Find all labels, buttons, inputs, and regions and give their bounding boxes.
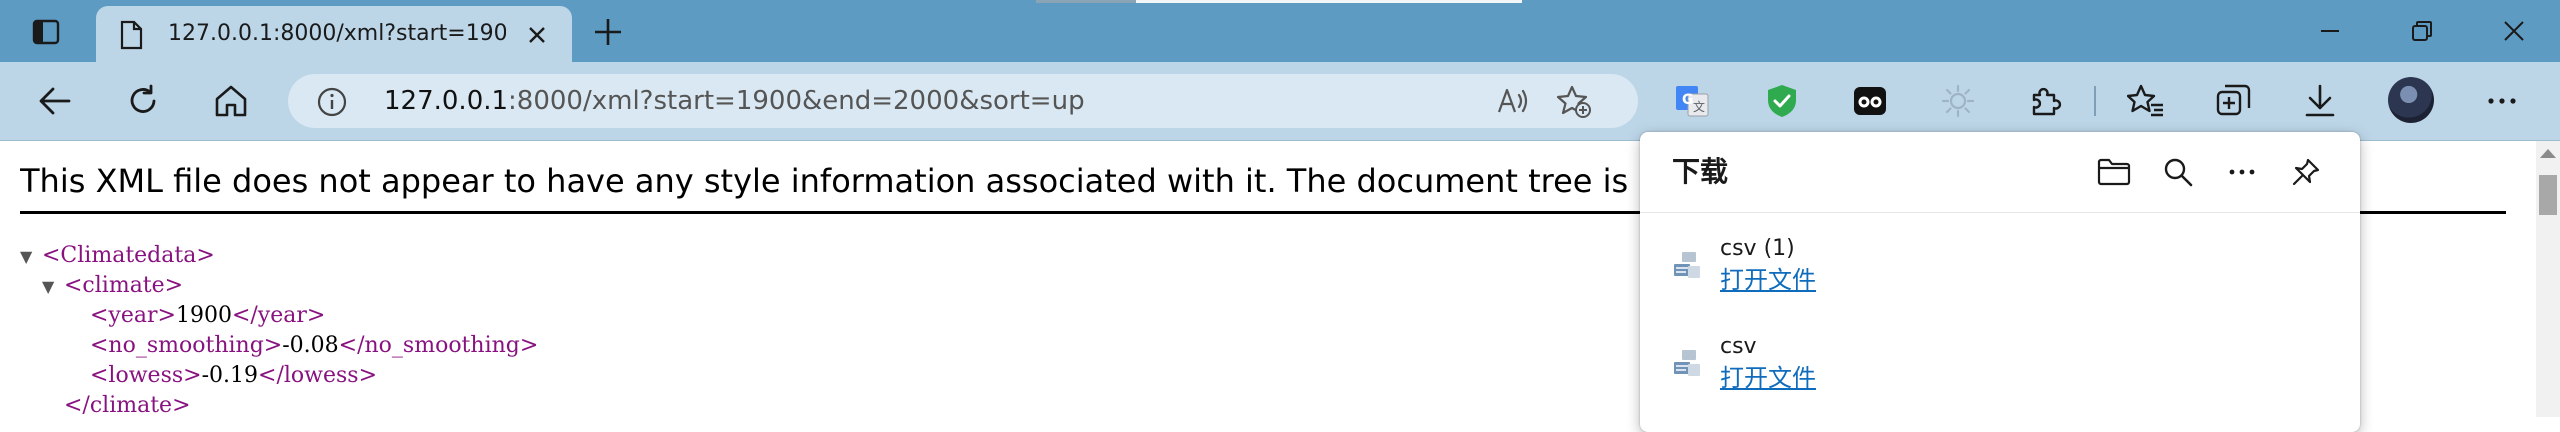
restore-icon [2412,21,2432,41]
download-icon [2305,84,2335,117]
close-window-button[interactable] [2488,10,2540,52]
xml-tag: <year> [90,303,176,328]
shield-check-icon [1768,85,1796,117]
tab-close-button[interactable] [522,20,552,50]
active-tab[interactable]: 127.0.0.1:8000/xml?start=1900&end=2000&s… [96,6,572,62]
downloads-panel: 下载 csv (1) 打开文件 csv 打开文件 [1640,132,2360,432]
xml-tag: </no_smoothing> [338,333,539,358]
glasses-icon [1854,87,1886,115]
download-item[interactable]: csv (1) 打开文件 [1640,224,2360,314]
favorites-icon [2127,84,2163,117]
home-icon [215,85,247,117]
xml-line-no-smoothing: <no_smoothing>-0.08</no_smoothing> [20,331,538,361]
settings-and-more-button[interactable] [2478,77,2526,125]
glasses-extension-button[interactable] [1846,77,1894,125]
search-downloads-button[interactable] [2156,150,2200,194]
open-file-link[interactable]: 打开文件 [1720,362,1816,394]
xml-value: 1900 [175,303,232,328]
read-aloud-icon[interactable] [1496,84,1532,118]
svg-text:文: 文 [1693,99,1705,114]
xml-value: -0.19 [201,363,259,388]
downloads-more-options-button[interactable] [2220,150,2264,194]
collections-icon [2216,84,2251,116]
download-item[interactable]: csv 打开文件 [1640,322,2360,412]
folder-icon [2097,158,2131,186]
restore-button[interactable] [2396,10,2448,52]
xml-tag: <no_smoothing> [90,333,283,358]
scroll-up-arrow-icon[interactable] [2540,149,2556,158]
google-translate-button[interactable]: G 文 [1668,77,1716,125]
extensions-icon [2032,87,2062,116]
xml-tag: </year> [231,303,326,328]
file-type-icon [1674,350,1700,376]
disabled-extension-button[interactable] [1934,77,1982,125]
download-file-name: csv [1720,334,1757,359]
scroll-thumb[interactable] [2539,175,2557,215]
open-file-link[interactable]: 打开文件 [1720,264,1816,296]
extensions-button[interactable] [2022,77,2070,125]
refresh-icon [130,84,156,113]
xml-line-climate[interactable]: ▼ <climate> [20,271,538,301]
new-tab-button[interactable] [586,12,630,52]
search-icon [2164,158,2193,187]
pin-downloads-button[interactable] [2284,150,2328,194]
minimize-icon [2321,30,2339,32]
xml-value: -0.08 [282,333,339,358]
download-file-name: csv (1) [1720,236,1795,261]
collections-button[interactable] [2210,77,2258,125]
security-extension-button[interactable] [1758,77,1806,125]
pin-icon [2292,158,2320,186]
more-icon [2488,98,2516,104]
url-host: 127.0.0.1 [384,86,509,116]
url-path: :8000/xml?start=1900&end=2000&sort=up [508,86,1085,116]
profile-avatar[interactable] [2388,77,2434,123]
close-window-icon [2504,21,2524,41]
xml-tree: ▼ <Climatedata> ▼ <climate> <year>1900</ye… [20,241,538,421]
plus-icon [595,19,621,45]
svg-text:G: G [1682,92,1694,108]
xml-tag: <lowess> [90,363,202,388]
vertical-scrollbar[interactable] [2536,141,2560,417]
xml-tag: </lowess> [258,363,378,388]
address-bar[interactable]: 127.0.0.1:8000/xml?start=1900&end=2000&s… [288,74,1638,128]
browser-toolbar: 127.0.0.1:8000/xml?start=1900&end=2000&s… [0,62,2560,141]
xml-tag: <climate> [64,273,184,298]
home-button[interactable] [206,76,256,126]
collapse-triangle-icon[interactable]: ▼ [20,242,42,272]
tab-actions-button[interactable] [20,11,72,53]
sun-icon [1941,84,1975,118]
xml-tag: <Climatedata> [42,243,215,268]
minimize-button[interactable] [2304,10,2356,52]
xml-line-year: <year>1900</year> [20,301,538,331]
title-bar-drag-area-dark [1036,0,1136,3]
collapse-triangle-icon[interactable]: ▼ [42,272,64,302]
google-translate-icon: G 文 [1676,86,1709,117]
toolbar-divider [2094,86,2096,116]
xml-line-root[interactable]: ▼ <Climatedata> [20,241,538,271]
info-icon[interactable] [316,86,348,118]
back-arrow-icon [39,87,71,115]
file-type-icon [1674,252,1700,278]
xml-tag: </climate> [64,393,191,418]
add-favorite-icon[interactable] [1556,84,1592,118]
url-text[interactable]: 127.0.0.1:8000/xml?start=1900&end=2000&s… [384,86,1085,116]
xml-line-lowess: <lowess>-0.19</lowess> [20,361,538,391]
close-icon [529,27,545,43]
tab-actions-icon [32,19,60,45]
title-bar: 127.0.0.1:8000/xml?start=1900&end=2000&s… [0,0,2560,62]
more-icon [2229,169,2255,175]
refresh-button[interactable] [118,76,168,126]
panel-divider [1640,212,2360,213]
back-button[interactable] [30,76,80,126]
page-icon [120,20,143,50]
open-downloads-folder-button[interactable] [2092,150,2136,194]
tab-title: 127.0.0.1:8000/xml?start=1900&end=2000&s… [168,21,506,46]
favorites-button[interactable] [2122,77,2170,125]
downloads-button[interactable] [2296,77,2344,125]
downloads-title: 下载 [1672,155,1729,188]
